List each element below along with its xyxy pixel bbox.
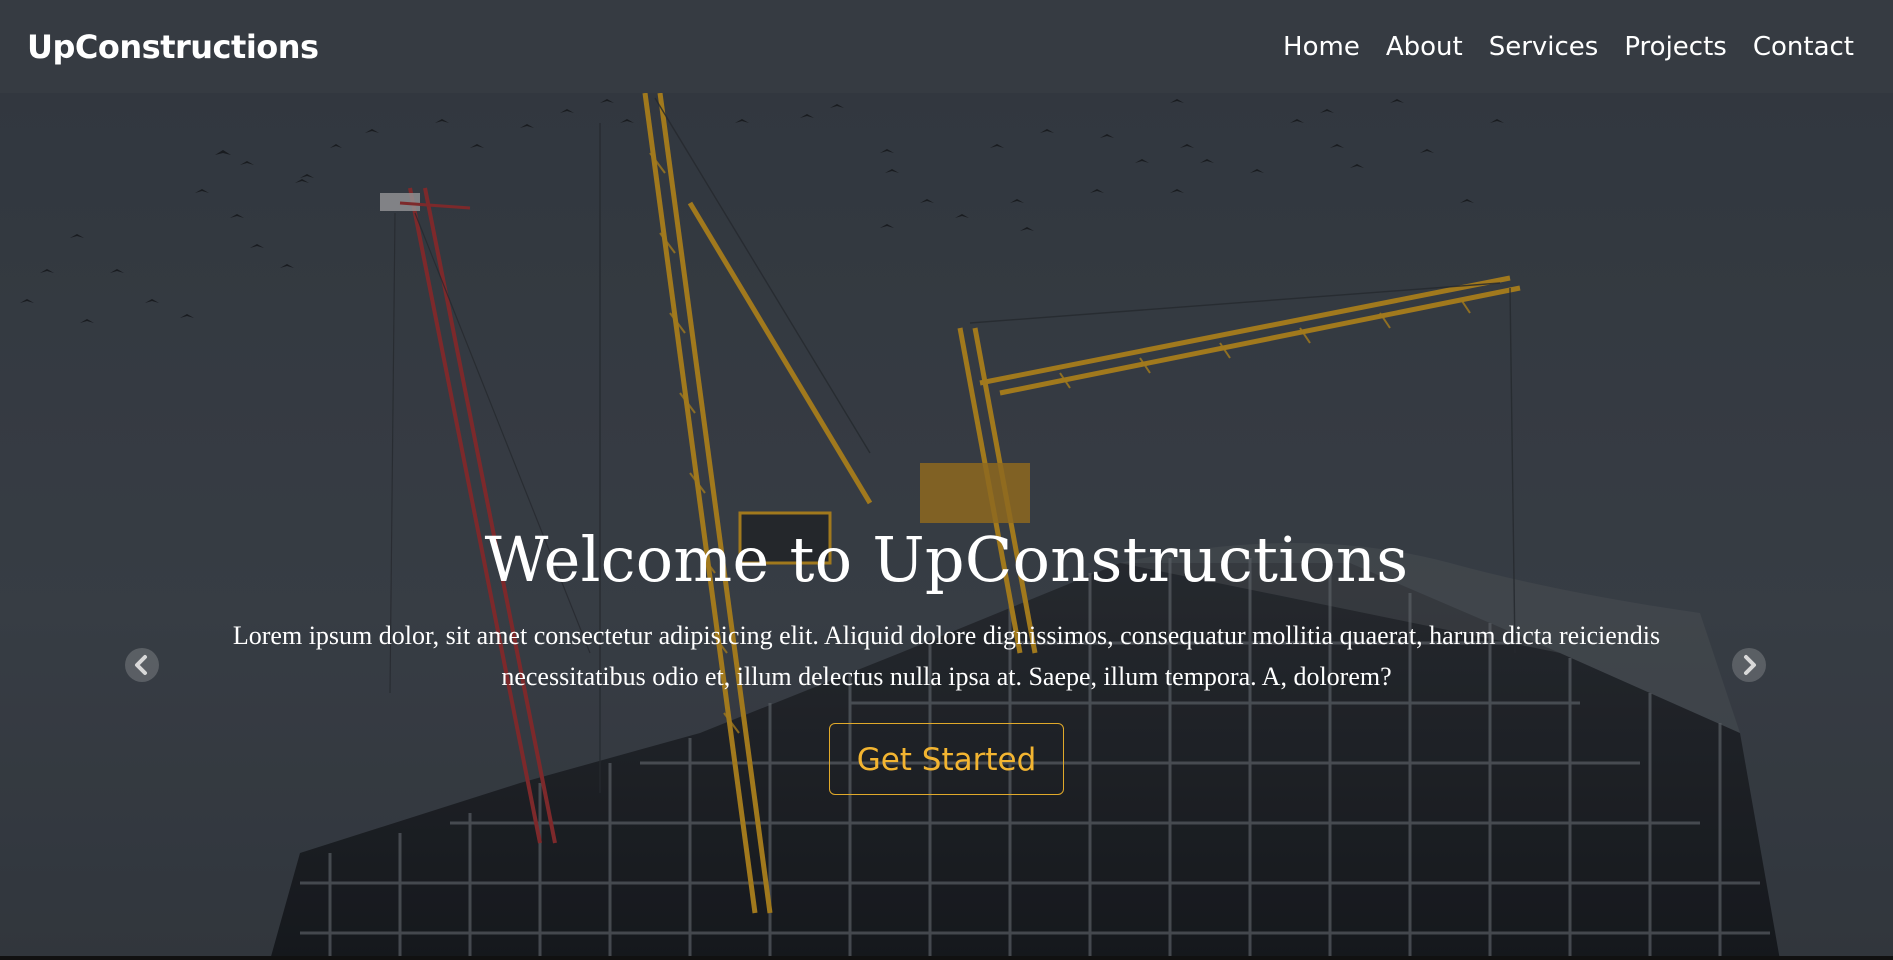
hero-carousel: Welcome to UpConstructions Lorem ipsum d…	[0, 93, 1893, 960]
nav-link-about[interactable]: About	[1373, 32, 1476, 62]
chevron-right-icon	[1744, 655, 1756, 675]
nav-link-services[interactable]: Services	[1476, 32, 1612, 62]
hero-content: Welcome to UpConstructions Lorem ipsum d…	[0, 523, 1893, 796]
hero-description: Lorem ipsum dolor, sit amet consectetur …	[232, 621, 1661, 692]
get-started-button[interactable]: Get Started	[828, 723, 1065, 796]
nav-link-projects[interactable]: Projects	[1611, 32, 1740, 62]
carousel-next-button[interactable]	[1732, 648, 1766, 682]
page-bottom-edge	[0, 956, 1893, 960]
chevron-left-icon	[135, 655, 147, 675]
nav-link-home[interactable]: Home	[1270, 32, 1373, 62]
carousel-prev-button[interactable]	[125, 648, 159, 682]
hero-title: Welcome to UpConstructions	[484, 523, 1409, 596]
navbar: UpConstructions Home About Services Proj…	[0, 0, 1893, 93]
brand-logo[interactable]: UpConstructions	[27, 28, 319, 66]
nav-link-contact[interactable]: Contact	[1740, 32, 1866, 62]
nav-links: Home About Services Projects Contact	[1270, 32, 1866, 62]
page: UpConstructions Home About Services Proj…	[0, 0, 1893, 960]
